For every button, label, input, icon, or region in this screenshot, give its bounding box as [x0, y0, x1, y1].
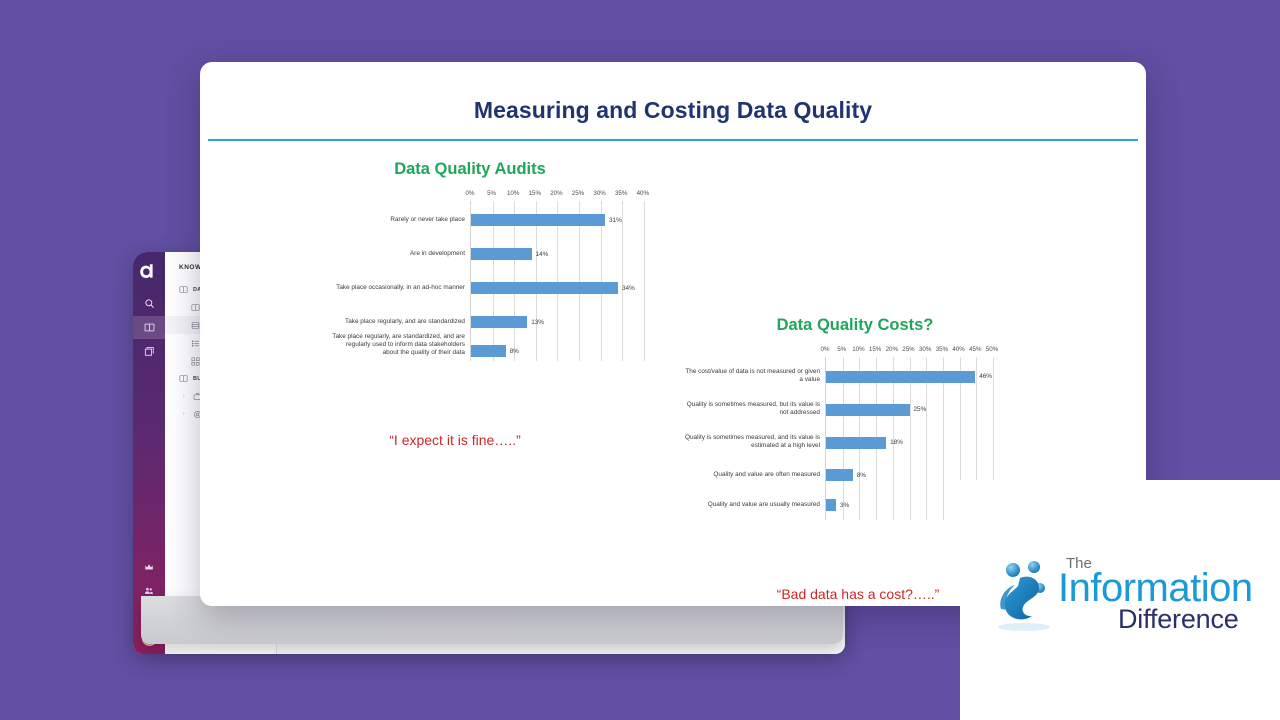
schema-icon — [191, 357, 200, 366]
chart-bar-row: Quality is sometimes measured, but its v… — [687, 393, 992, 426]
chart1-x-axis: 0% 5% 10% 15% 20% 25% 30% 35% 40% — [466, 190, 649, 201]
logo-difference-text: Difference — [1118, 604, 1239, 634]
chevron-right-icon[interactable]: › — [183, 411, 188, 417]
search-icon[interactable] — [133, 292, 165, 315]
axis-tick: 0% — [820, 346, 830, 353]
bar-value-label: 13% — [531, 318, 544, 326]
documents-icon[interactable] — [133, 340, 165, 363]
bar-category-label: The cost/value of data is not measured o… — [685, 368, 820, 384]
alation-logo[interactable] — [138, 260, 160, 282]
axis-tick: 5% — [487, 190, 497, 197]
app-left-rail: 41 — [133, 252, 165, 654]
information-difference-logo: The Information Difference — [996, 555, 1254, 641]
chart-bar-row: Take place occasionally, in an ad-hoc ma… — [336, 271, 643, 305]
information-difference-logo-panel: The Information Difference — [960, 480, 1280, 720]
chart-bar — [826, 469, 853, 481]
chart-bar-row: Are in development 14% — [410, 237, 643, 271]
database-icon — [191, 321, 200, 330]
book-icon — [179, 285, 188, 294]
chart-bar-row: Quality is sometimes measured, and its v… — [685, 426, 992, 459]
chart-bar-row: The cost/value of data is not measured o… — [685, 360, 992, 393]
chart-bar-row: Take place regularly, are standardized, … — [332, 333, 643, 363]
chart-title: Data Quality Audits — [394, 160, 546, 178]
costs-annotation: “Bad data has a cost?…..” — [776, 586, 940, 602]
axis-tick: 40% — [636, 190, 649, 197]
axis-tick: 40% — [952, 346, 965, 353]
chart-bar — [471, 316, 528, 328]
bar-category-label: Rarely or never take place — [390, 216, 465, 223]
bar-category-label: Quality and value are often measured — [713, 471, 820, 478]
chart-bar — [471, 214, 605, 226]
chart-bar — [471, 248, 532, 260]
chart-bar-row: Take place regularly, and are standardiz… — [345, 305, 643, 339]
axis-tick: 20% — [550, 190, 563, 197]
bar-category-label: Quality is sometimes measured, and its v… — [685, 434, 820, 450]
audits-annotation: “I expect it is fine…..” — [389, 432, 521, 448]
bar-value-label: 18% — [890, 439, 903, 446]
chart-bar — [471, 345, 506, 357]
list-icon — [191, 339, 200, 348]
crown-icon[interactable] — [133, 555, 165, 578]
bar-value-label: 31% — [609, 216, 622, 224]
bar-category-label: Quality is sometimes measured, but its v… — [686, 401, 820, 417]
axis-tick: 30% — [593, 190, 606, 197]
information-difference-figure-mark — [996, 561, 1058, 638]
catalog-book-icon[interactable] — [133, 316, 165, 339]
chart-bar — [826, 436, 887, 449]
axis-tick: 25% — [902, 346, 915, 353]
bar-category-label: Take place regularly, and are standardiz… — [345, 318, 465, 325]
axis-tick: 50% — [985, 346, 999, 353]
axis-tick: 10% — [852, 346, 865, 353]
axis-tick: 20% — [885, 346, 898, 353]
bar-value-label: 14% — [535, 250, 549, 258]
axis-tick: 45% — [969, 346, 982, 353]
bar-value-label: 46% — [979, 373, 992, 380]
bar-value-label: 34% — [622, 284, 635, 292]
axis-tick: 5% — [837, 346, 847, 353]
chart2-x-axis: 0% 5% 10% 15% 20% 25% 30% 35% 40% 45% 50… — [821, 346, 999, 357]
chart-bar — [826, 403, 910, 416]
chart1-plot-area: Rarely or never take place 31% Are in de… — [332, 201, 645, 363]
bar-category-label: Take place regularly, are standardized, … — [332, 333, 465, 357]
axis-tick: 0% — [465, 190, 475, 197]
chart-bar — [826, 499, 836, 511]
chart-bar — [471, 282, 618, 294]
book-icon — [179, 374, 188, 383]
bar-value-label: 25% — [913, 406, 927, 413]
page-title: Measuring and Costing Data Quality — [473, 97, 873, 123]
bar-category-label: Take place occasionally, in an ad-hoc ma… — [336, 284, 465, 291]
bar-category-label: Quality and value are usually measured — [707, 501, 820, 508]
book-icon — [191, 303, 200, 312]
chart-bar-row: Rarely or never take place 31% — [390, 203, 643, 237]
chevron-right-icon[interactable]: › — [183, 393, 188, 399]
bar-value-label: 3% — [840, 501, 850, 509]
title-divider — [208, 139, 1138, 141]
bar-value-label: 8% — [509, 347, 519, 355]
axis-tick: 35% — [935, 346, 949, 353]
axis-tick: 35% — [614, 190, 628, 197]
axis-tick: 25% — [571, 190, 585, 197]
axis-tick: 15% — [868, 346, 882, 353]
chart-bar — [826, 370, 976, 383]
bar-category-label: Are in development — [409, 250, 465, 257]
axis-tick: 30% — [918, 346, 932, 353]
axis-tick: 15% — [528, 190, 541, 197]
chart-title: Data Quality Costs? — [776, 316, 934, 334]
axis-tick: 10% — [506, 190, 520, 197]
bar-value-label: 8% — [856, 471, 866, 479]
